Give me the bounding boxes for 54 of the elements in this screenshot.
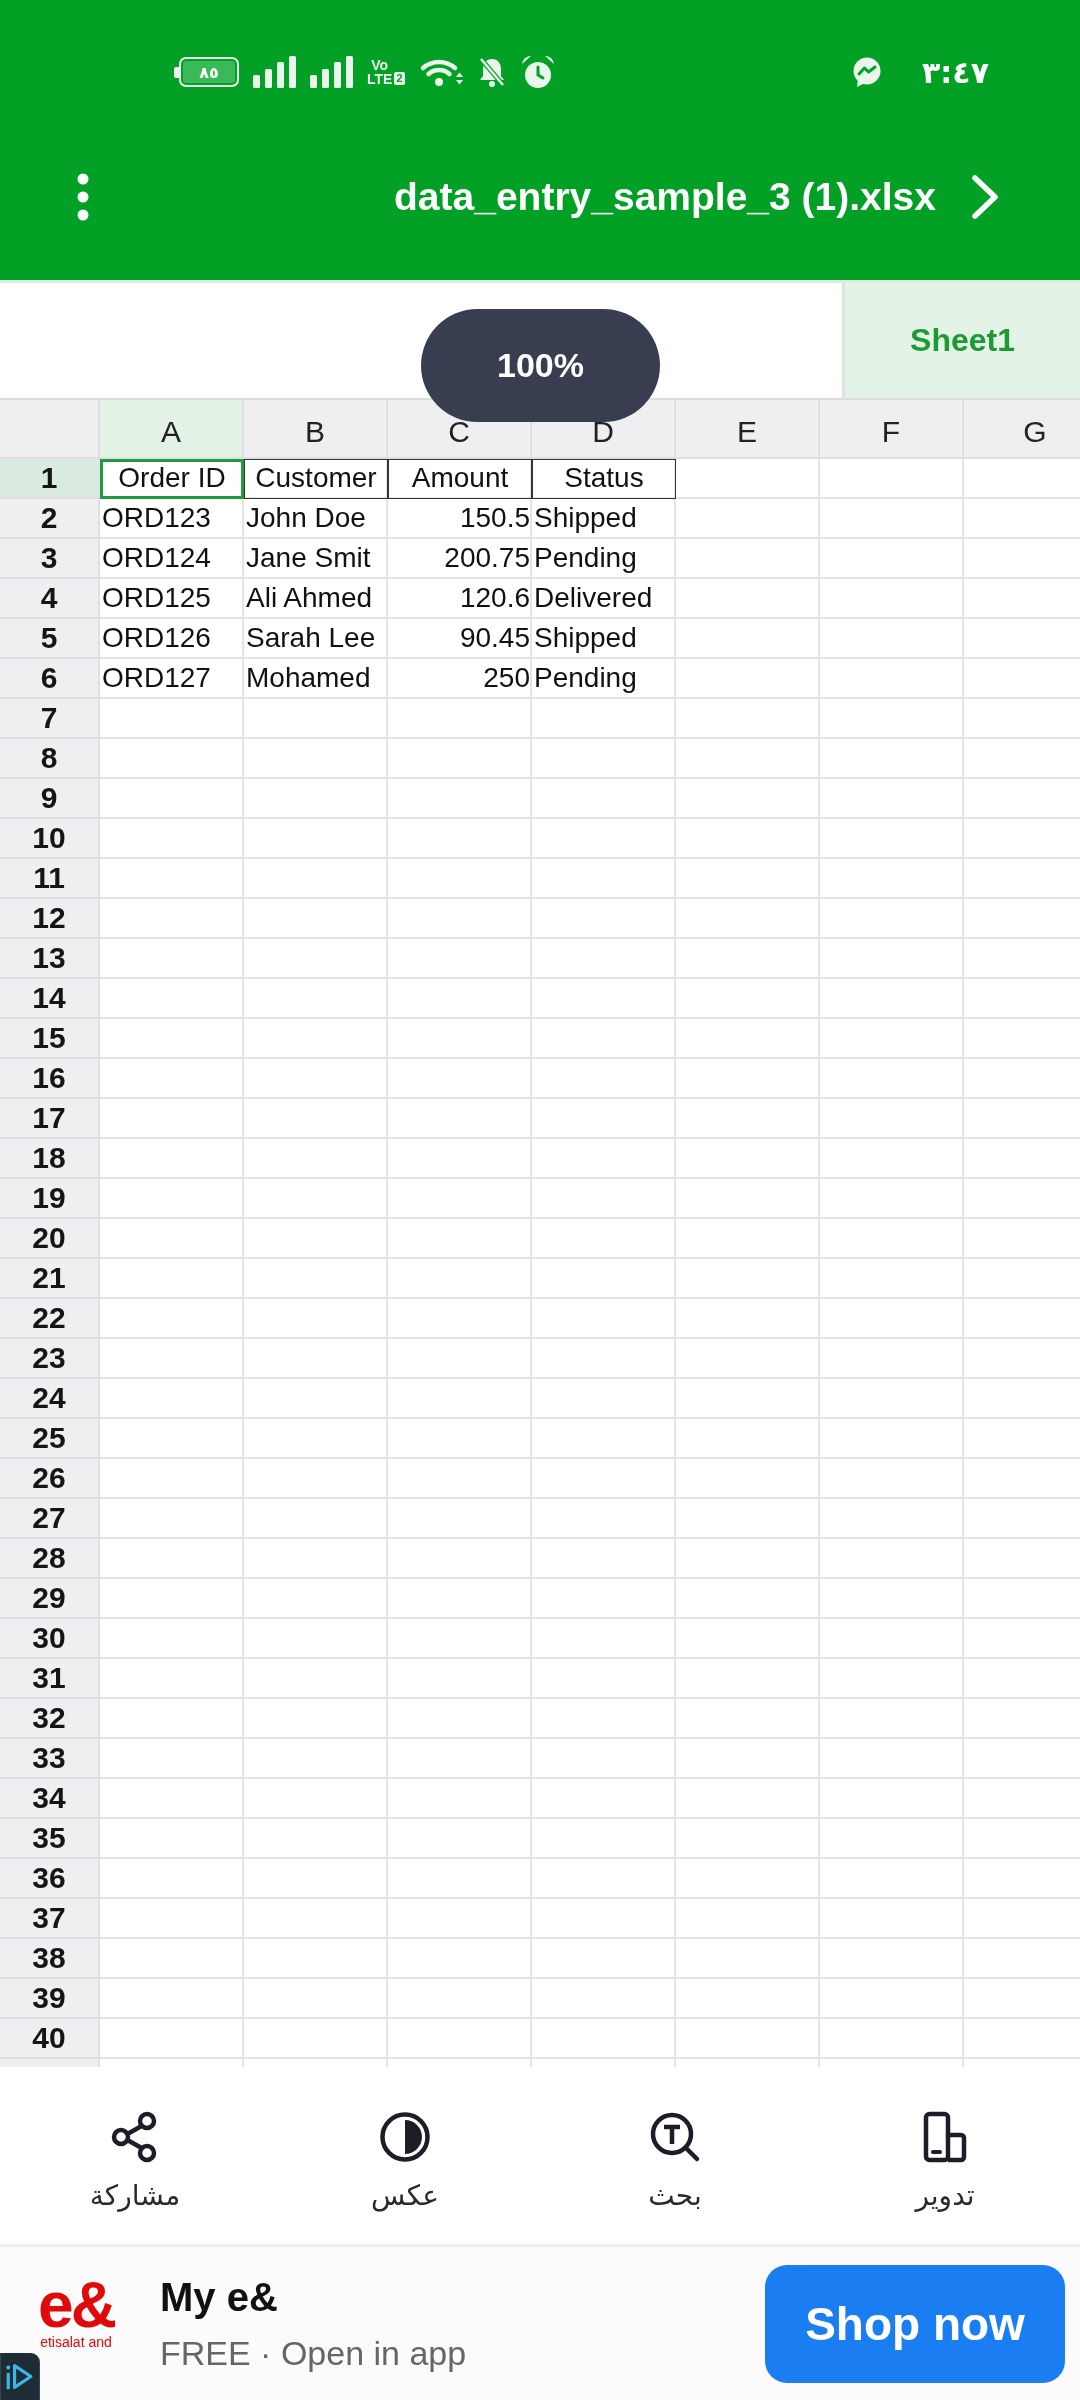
battery-indicator: ٨٥ xyxy=(174,57,239,87)
signal-icon xyxy=(253,56,296,88)
more-menu-icon[interactable] xyxy=(77,173,89,221)
column-header[interactable]: G xyxy=(964,400,1080,459)
row-header[interactable]: 1 xyxy=(0,459,100,499)
network-type-label: Vo LTE xyxy=(367,58,393,86)
ad-info-icon[interactable] xyxy=(0,2353,40,2400)
sim-badge: 2 xyxy=(394,72,405,85)
zoom-level-badge: 100% xyxy=(421,309,660,422)
toolbar-button[interactable]: مشاركة xyxy=(83,2111,187,2215)
header-cell: Amount xyxy=(388,459,532,499)
shop-now-button[interactable]: Shop now xyxy=(765,2264,1065,2383)
toolbar-button[interactable]: بحث xyxy=(642,2111,708,2215)
column-header[interactable]: B xyxy=(244,400,388,459)
column-header[interactable]: E xyxy=(676,400,820,459)
table-cell-text: ORD124 xyxy=(101,541,212,575)
table-cell-text: Ali Ahmed xyxy=(245,581,374,615)
file-title: data_entry_sample_3 (1).xlsx xyxy=(393,175,936,219)
table-cell-text: ORD127 xyxy=(101,661,212,695)
header-cell: Status xyxy=(532,459,676,499)
table-cell-text: Mohamed xyxy=(245,661,372,695)
clock-time: ٣:٤٧ xyxy=(922,54,989,90)
table-cell-text: ORD123 xyxy=(101,501,212,535)
header-cell: Order ID xyxy=(100,459,244,499)
contrast-icon xyxy=(379,2111,431,2163)
alarm-clock-icon xyxy=(520,55,555,89)
ad-subtitle: FREE · Open in app xyxy=(160,2333,467,2373)
toolbar-button[interactable]: تدوير xyxy=(909,2111,981,2215)
header-cell: Customer xyxy=(244,459,388,499)
text-search-icon xyxy=(649,2111,701,2163)
table-cell-text: 150.5 xyxy=(458,501,531,535)
table-cell-text: Pending xyxy=(533,541,638,575)
chevron-right-icon[interactable] xyxy=(970,174,1000,220)
logo-caption: etisalat and xyxy=(40,2334,112,2350)
table-cell-text: Sarah Lee xyxy=(245,621,377,655)
table-cell-text: Shipped xyxy=(533,621,638,655)
table-cell-text: Jane Smit xyxy=(245,541,372,575)
table-cell-text: John Doe xyxy=(245,501,367,535)
table-cell-text: 250 xyxy=(482,661,531,695)
ad-title: My e& xyxy=(160,2274,279,2320)
brand-logo: e& xyxy=(38,2278,114,2332)
table-cell-text: 200.75 xyxy=(443,541,531,575)
column-header[interactable]: F xyxy=(820,400,964,459)
chat-bubble-icon xyxy=(852,57,883,87)
table-cell-text: Shipped xyxy=(533,501,638,535)
table-cell-text: 90.45 xyxy=(458,621,531,655)
signal-icon xyxy=(310,56,353,88)
table-cell-text: ORD125 xyxy=(101,581,212,615)
table-cell-text: ORD126 xyxy=(101,621,212,655)
column-header[interactable]: A xyxy=(100,400,244,459)
toolbar-button[interactable]: عكس xyxy=(365,2111,445,2215)
table-cell-text: 120.6 xyxy=(458,581,531,615)
table-cell-text: Delivered xyxy=(533,581,654,615)
table-cell-text: Pending xyxy=(533,661,638,695)
